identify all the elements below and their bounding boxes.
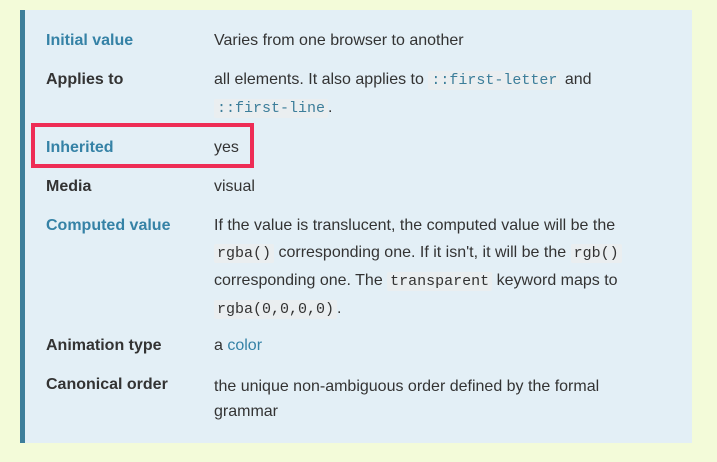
rgba-zero-code: rgba(0,0,0,0) [214,300,338,319]
computed-value-link[interactable]: Computed value [46,215,170,237]
computed-text: keyword maps to [492,272,618,289]
properties-panel: Initial value Varies from one browser to… [20,10,692,443]
applies-to-text: . [328,99,333,116]
applies-to-text: and [560,71,592,88]
rgba-code: rgba() [214,244,275,263]
inherited-value: yes [214,139,239,156]
highlight-box [31,123,254,168]
initial-value-text: Varies from one browser to another [214,32,464,49]
animation-prefix: a [214,337,228,354]
transparent-code: transparent [387,272,493,291]
animation-type-value: a color [214,335,644,357]
canonical-order-label: Canonical order [46,376,168,393]
computed-text: corresponding one. The [214,272,388,289]
canonical-order-value: the unique non-ambiguous order defined b… [214,378,600,420]
computed-text: corresponding one. If it isn't, it will … [274,244,571,261]
initial-value-link[interactable]: Initial value [46,30,133,52]
animation-type-label: Animation type [46,337,162,354]
rgb-code: rgb() [570,244,622,263]
first-letter-code: ::first-letter [428,71,561,90]
media-label: Media [46,178,92,195]
media-value: visual [214,178,255,195]
computed-text: . [337,300,342,317]
applies-to-value: all elements. It also applies to ::first… [214,66,644,122]
color-link[interactable]: color [227,337,262,354]
applies-to-text: all elements. It also applies to [214,71,429,88]
first-line-code: ::first-line [214,99,329,118]
computed-text: If the value is translucent, the compute… [214,217,616,234]
computed-value-text: If the value is translucent, the compute… [214,212,644,323]
applies-to-label: Applies to [46,71,124,88]
